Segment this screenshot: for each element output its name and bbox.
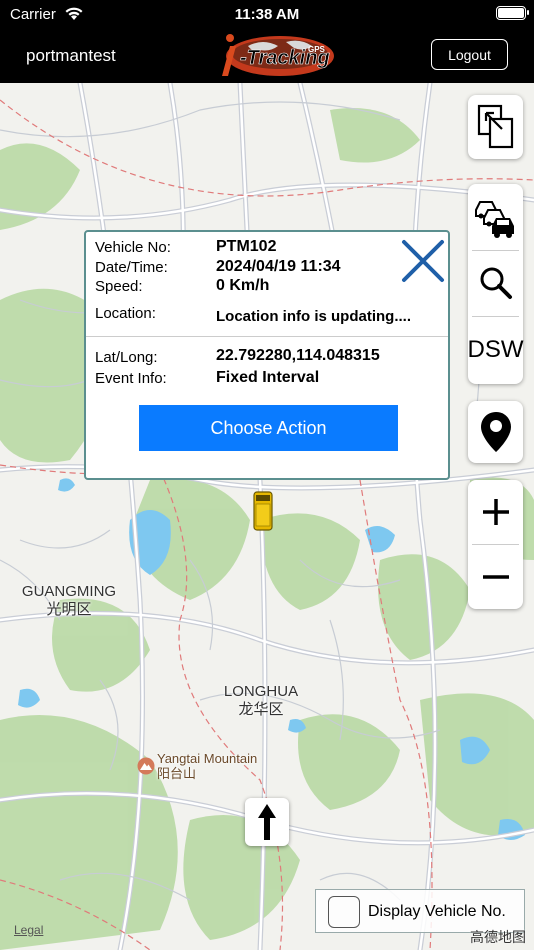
map-label-yangtai-zh: 阳台山 — [157, 766, 197, 781]
my-location-button[interactable] — [468, 401, 523, 463]
vehicle-no-label: Vehicle No: — [95, 239, 171, 256]
mountain-poi-icon — [137, 757, 155, 775]
map-label-longhua-en: LONGHUA — [223, 683, 299, 700]
location-pin-icon — [480, 412, 511, 452]
plus-icon — [482, 498, 509, 525]
zoom-control — [468, 480, 523, 609]
close-icon[interactable] — [400, 238, 446, 284]
map-layers-icon — [477, 104, 513, 149]
tools-control: DSW — [467, 184, 524, 384]
north-arrow-icon — [258, 804, 276, 840]
location-label: Location: — [95, 305, 156, 322]
dsw-label: DSW — [467, 336, 524, 363]
app-header: portmantest -Tracking GPS Logout — [0, 30, 534, 83]
map-label-guangming: GUANGMING 光明区 — [14, 583, 124, 619]
location-value: Location info is updating.... — [216, 308, 411, 325]
event-info-value: Fixed Interval — [216, 369, 320, 386]
display-vehicle-no-checkbox[interactable] — [328, 896, 360, 928]
north-arrow-button[interactable] — [245, 798, 289, 846]
layer-switch-control — [468, 95, 523, 159]
battery-icon — [496, 6, 529, 20]
username-label: portmantest — [26, 46, 116, 65]
map-label-yangtai-en: Yangtai Mountain — [157, 751, 258, 766]
map-label-guangming-en: GUANGMING — [21, 583, 117, 600]
speed-label: Speed: — [95, 278, 143, 295]
popup-divider — [86, 336, 448, 337]
status-bar: Carrier 11:38 AM — [0, 0, 534, 30]
layer-switch-button[interactable] — [468, 95, 523, 159]
map-provider-label: 高德地图 — [470, 929, 526, 945]
zoom-in-button[interactable] — [468, 480, 523, 543]
map-label-longhua: LONGHUA 龙华区 — [206, 683, 316, 719]
vehicle-no-value: PTM102 — [216, 238, 277, 255]
vehicle-marker-icon[interactable] — [251, 490, 275, 532]
map-label-longhua-zh: 龙华区 — [238, 701, 284, 718]
clock: 11:38 AM — [234, 6, 300, 23]
datetime-label: Date/Time: — [95, 259, 168, 276]
svg-text:GPS: GPS — [308, 45, 326, 54]
vehicle-list-button[interactable] — [468, 184, 523, 248]
vehicles-icon — [474, 201, 514, 238]
latlong-label: Lat/Long: — [95, 349, 158, 366]
choose-action-button[interactable]: Choose Action — [139, 405, 398, 451]
divider — [472, 250, 519, 251]
zoom-out-button[interactable] — [468, 545, 523, 608]
location-control — [468, 401, 523, 463]
event-info-label: Event Info: — [95, 370, 167, 387]
display-vehicle-no-label: Display Vehicle No. — [368, 903, 506, 920]
datetime-value: 2024/04/19 11:34 — [216, 258, 341, 275]
itracking-logo: -Tracking GPS — [222, 34, 334, 76]
speed-value: 0 Km/h — [216, 277, 270, 294]
divider — [472, 316, 519, 317]
map-view[interactable]: GUANGMING 光明区 LONGHUA 龙华区 Yangtai Mounta… — [0, 83, 534, 950]
logout-button[interactable]: Logout — [431, 39, 508, 70]
search-button[interactable] — [468, 252, 523, 314]
minus-icon — [482, 574, 509, 579]
dsw-button[interactable]: DSW — [467, 318, 524, 382]
vehicle-info-popup: Vehicle No: PTM102 Date/Time: 2024/04/19… — [84, 230, 450, 480]
map-label-guangming-zh: 光明区 — [46, 601, 92, 618]
legal-link[interactable]: Legal — [14, 923, 43, 937]
latlong-value: 22.792280,114.048315 — [216, 347, 380, 364]
search-icon — [480, 267, 512, 299]
